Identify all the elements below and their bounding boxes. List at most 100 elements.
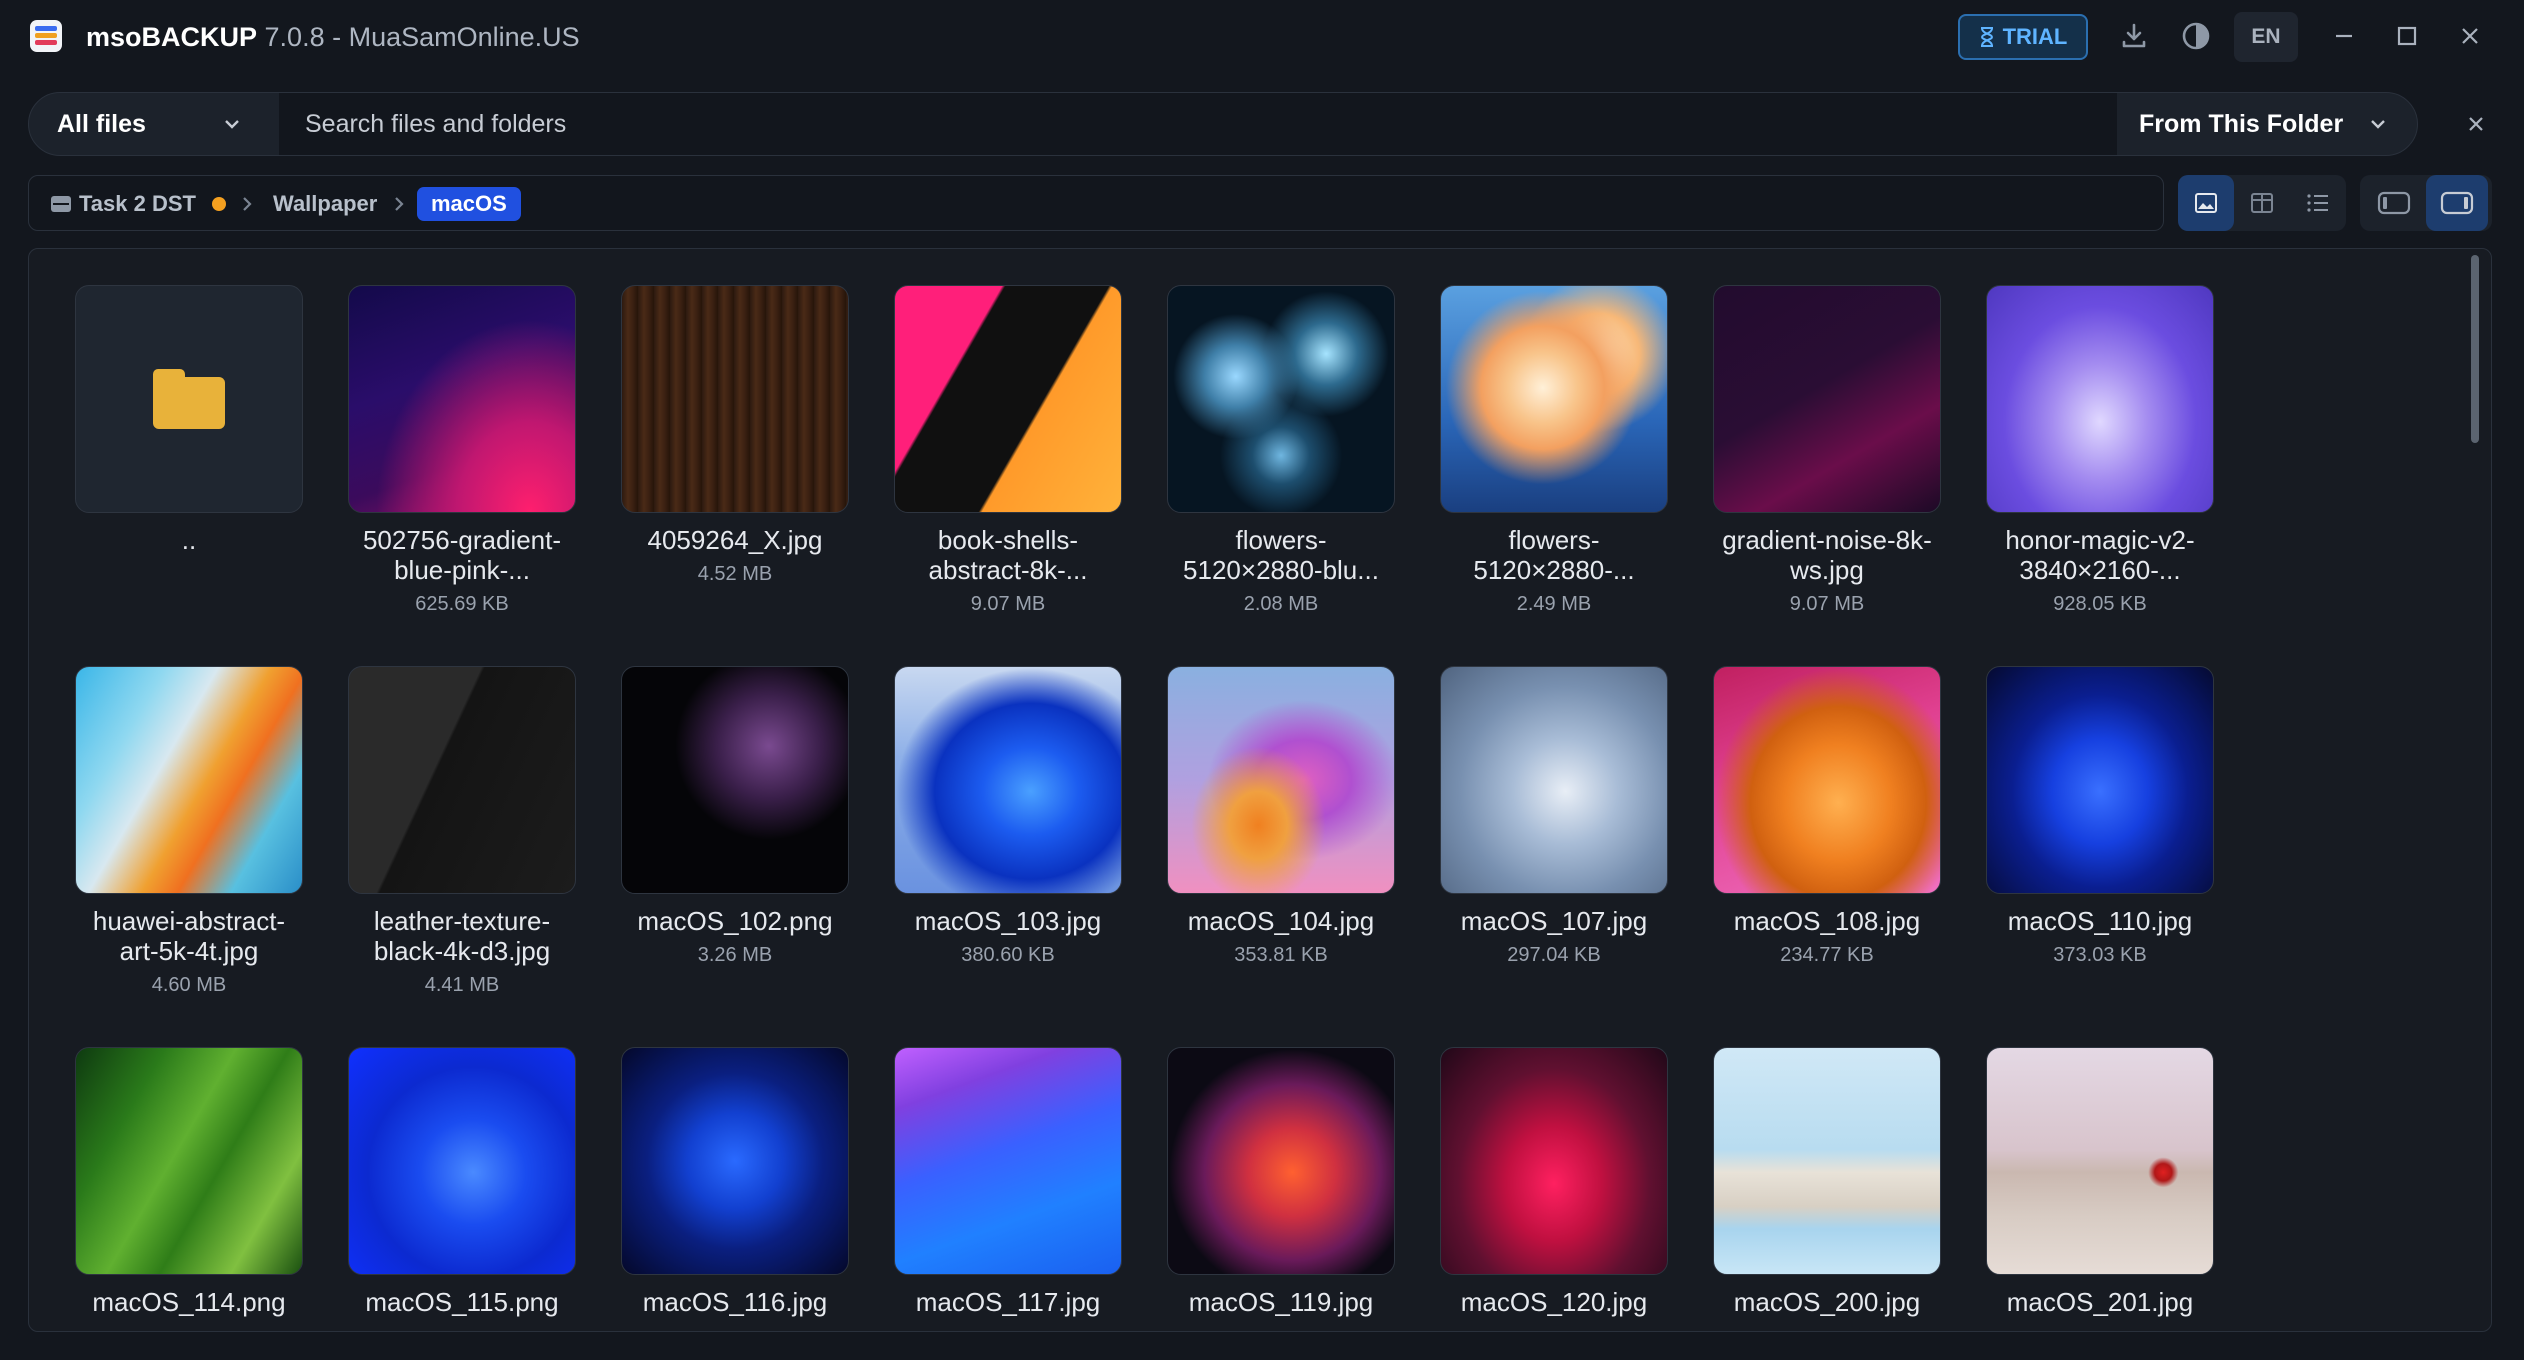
search-close-icon[interactable]	[2458, 106, 2494, 142]
search-input[interactable]	[279, 93, 2117, 155]
folder-thumbnail	[75, 285, 303, 513]
image-thumbnail	[1440, 666, 1668, 894]
file-name: macOS_115.png	[365, 1287, 559, 1317]
columns-view-icon	[2251, 193, 2273, 213]
trial-label: TRIAL	[2002, 24, 2068, 49]
file-size: 4.60 MB	[151, 974, 227, 996]
file-tile[interactable]: book-shells-abstract-8k-... 9.07 MB	[880, 285, 1136, 665]
image-thumbnail	[894, 285, 1122, 513]
file-name: 502756-gradient-blue-pink-...	[362, 525, 562, 585]
file-tile[interactable]: macOS_108.jpg 234.77 KB	[1699, 666, 1955, 1046]
image-thumbnail	[348, 285, 576, 513]
file-tile[interactable]: macOS_201.jpg	[1972, 1047, 2228, 1331]
panel-toggle-group	[2360, 175, 2492, 231]
file-size: 297.04 KB	[1507, 944, 1601, 966]
breadcrumb-item-current[interactable]: macOS	[417, 187, 521, 221]
file-size: 928.05 KB	[2053, 593, 2147, 615]
file-name: macOS_201.jpg	[2006, 1287, 2194, 1317]
file-name: macOS_108.jpg	[1733, 906, 1921, 936]
file-tile[interactable]: honor-magic-v2-3840×2160-... 928.05 KB	[1972, 285, 2228, 665]
breadcrumb-item-task[interactable]: Task 2 DST	[51, 187, 226, 221]
trial-button[interactable]: TRIAL	[1958, 14, 2088, 60]
minimize-icon[interactable]	[2326, 18, 2362, 54]
left-panel-button[interactable]	[2364, 175, 2424, 231]
file-tile[interactable]: 4059264_X.jpg 4.52 MB	[607, 285, 863, 665]
drive-icon	[51, 196, 71, 212]
image-thumbnail	[1713, 666, 1941, 894]
file-name: macOS_116.jpg	[642, 1287, 828, 1317]
app-window: msoBACKUP 7.0.8 - MuaSamOnline.US TRIAL …	[0, 0, 2524, 1360]
file-tile[interactable]: macOS_116.jpg	[607, 1047, 863, 1331]
file-size: 353.81 KB	[1234, 944, 1328, 966]
file-tile[interactable]: macOS_117.jpg	[880, 1047, 1136, 1331]
file-tile[interactable]: macOS_104.jpg 353.81 KB	[1153, 666, 1409, 1046]
image-thumbnail	[1167, 285, 1395, 513]
file-tile[interactable]: macOS_115.png	[334, 1047, 590, 1331]
language-button[interactable]: EN	[2234, 12, 2298, 62]
chevron-right-icon	[395, 197, 404, 211]
image-thumbnail	[1167, 1047, 1395, 1275]
image-thumbnail	[621, 1047, 849, 1275]
file-name: macOS_110.jpg	[2007, 906, 2193, 936]
file-tile[interactable]: macOS_200.jpg	[1699, 1047, 1955, 1331]
file-tile[interactable]: macOS_119.jpg	[1153, 1047, 1409, 1331]
file-tile[interactable]: macOS_110.jpg 373.03 KB	[1972, 666, 2228, 1046]
file-type-filter[interactable]: All files	[29, 93, 279, 155]
file-size: 2.49 MB	[1516, 593, 1592, 615]
panel-right-icon	[2440, 191, 2474, 215]
file-tile[interactable]: gradient-noise-8k-ws.jpg 9.07 MB	[1699, 285, 1955, 665]
breadcrumb-item-wallpaper[interactable]: Wallpaper	[273, 187, 377, 221]
right-panel-button[interactable]	[2426, 175, 2488, 231]
file-tile[interactable]: huawei-abstract-art-5k-4t.jpg 4.60 MB	[61, 666, 317, 1046]
file-tile[interactable]: 502756-gradient-blue-pink-... 625.69 KB	[334, 285, 590, 665]
folder-icon	[153, 369, 225, 429]
maximize-icon[interactable]	[2389, 18, 2425, 54]
file-name: macOS_114.png	[92, 1287, 286, 1317]
image-thumbnail	[1986, 666, 2214, 894]
breadcrumb-label: Wallpaper	[273, 191, 378, 216]
breadcrumb-label: macOS	[431, 191, 507, 216]
breadcrumb: Task 2 DST Wallpaper macOS	[28, 175, 2164, 231]
file-name: macOS_102.png	[637, 906, 833, 936]
file-name: macOS_103.jpg	[914, 906, 1102, 936]
file-type-filter-label: All files	[57, 109, 146, 138]
image-thumbnail	[894, 1047, 1122, 1275]
close-icon[interactable]	[2452, 18, 2488, 54]
download-icon[interactable]	[2116, 18, 2152, 54]
file-size: 380.60 KB	[961, 944, 1055, 966]
file-tile[interactable]: flowers-5120×2880-... 2.49 MB	[1426, 285, 1682, 665]
file-name: flowers-5120×2880-blu...	[1183, 525, 1379, 585]
file-tile[interactable]: macOS_107.jpg 297.04 KB	[1426, 666, 1682, 1046]
image-thumbnail	[621, 285, 849, 513]
file-name: gradient-noise-8k-ws.jpg	[1722, 525, 1932, 585]
list-view-button[interactable]	[2290, 175, 2346, 231]
file-tile[interactable]: macOS_103.jpg 380.60 KB	[880, 666, 1136, 1046]
file-tile[interactable]: macOS_114.png	[61, 1047, 317, 1331]
file-tile[interactable]: flowers-5120×2880-blu... 2.08 MB	[1153, 285, 1409, 665]
app-logo-icon	[30, 20, 62, 52]
file-tile[interactable]: macOS_102.png 3.26 MB	[607, 666, 863, 1046]
file-name: macOS_107.jpg	[1460, 906, 1648, 936]
file-size: 3.26 MB	[697, 944, 773, 966]
contrast-icon[interactable]	[2178, 18, 2214, 54]
file-tile[interactable]: leather-texture-black-4k-d3.jpg 4.41 MB	[334, 666, 590, 1046]
search-bar: All files From This Folder	[28, 92, 2418, 156]
scrollbar-thumb[interactable]	[2471, 255, 2479, 443]
gallery-view-button[interactable]	[2178, 175, 2234, 231]
chevron-down-icon	[225, 120, 239, 129]
window-title: msoBACKUP 7.0.8 - MuaSamOnline.US	[86, 20, 580, 54]
gallery-view-icon	[2195, 193, 2217, 213]
app-version: 7.0.8 - MuaSamOnline.US	[257, 22, 580, 52]
file-name: flowers-5120×2880-...	[1473, 525, 1635, 585]
image-thumbnail	[1167, 666, 1395, 894]
search-scope-select[interactable]: From This Folder	[2117, 93, 2417, 155]
image-thumbnail	[621, 666, 849, 894]
view-mode-group	[2178, 175, 2346, 231]
image-thumbnail	[894, 666, 1122, 894]
file-name: leather-texture-black-4k-d3.jpg	[373, 906, 551, 966]
columns-view-button[interactable]	[2234, 175, 2290, 231]
file-size: 625.69 KB	[415, 593, 509, 615]
file-size: 234.77 KB	[1780, 944, 1874, 966]
file-tile[interactable]: macOS_120.jpg	[1426, 1047, 1682, 1331]
parent-folder-tile[interactable]: ..	[61, 285, 317, 665]
